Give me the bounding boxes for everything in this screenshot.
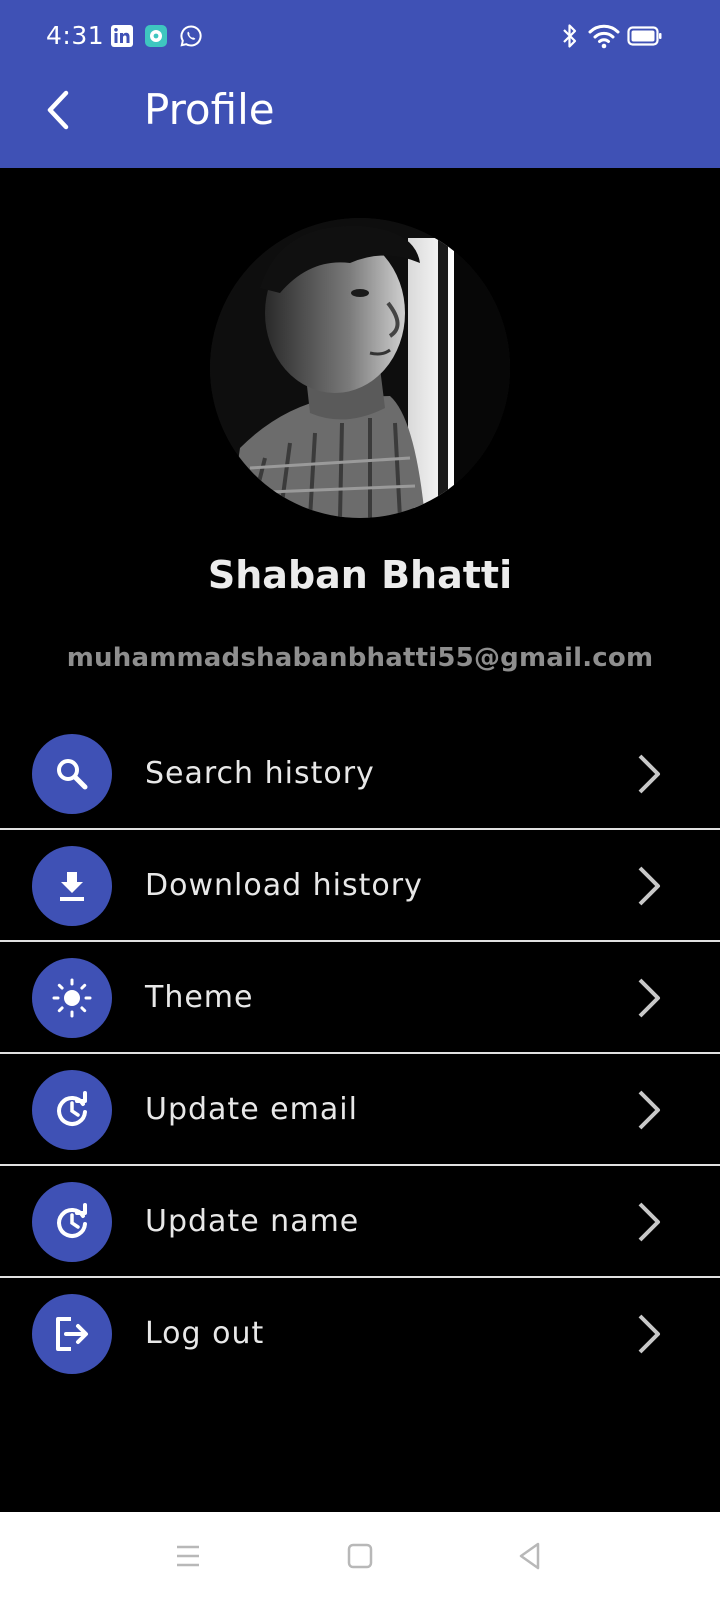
chevron-right-icon xyxy=(628,1200,672,1244)
whatsapp-icon xyxy=(179,24,203,48)
menu-item-log-out[interactable]: Log out xyxy=(0,1278,720,1390)
menu-item-label: Update name xyxy=(145,1204,360,1239)
menu-icon[interactable] xyxy=(164,1532,212,1580)
update-icon xyxy=(32,1182,112,1262)
wifi-icon xyxy=(588,22,620,55)
profile-menu: Search history Download history Theme Up… xyxy=(0,718,720,1390)
profile-photo xyxy=(210,218,510,518)
logout-icon xyxy=(32,1294,112,1374)
user-name: Shaban Bhatti xyxy=(207,553,513,597)
status-time: 4:31 xyxy=(46,21,105,50)
page-title: Profile xyxy=(144,85,275,134)
system-nav-bar xyxy=(0,1512,720,1600)
menu-item-label: Theme xyxy=(145,980,254,1015)
linkedin-icon xyxy=(110,24,134,48)
chevron-right-icon xyxy=(628,976,672,1020)
arrow-back-icon xyxy=(42,90,74,135)
bluetooth-icon xyxy=(560,22,580,55)
app-bar: 4:31 Profile xyxy=(0,0,720,168)
chevron-right-icon xyxy=(628,752,672,796)
update-icon xyxy=(32,1070,112,1150)
user-email: muhammadshabanbhatti55@gmail.com xyxy=(66,643,654,673)
home-icon[interactable] xyxy=(336,1532,384,1580)
menu-item-theme[interactable]: Theme xyxy=(0,942,720,1054)
menu-item-label: Download history xyxy=(145,868,423,903)
back-icon[interactable] xyxy=(506,1532,554,1580)
chevron-right-icon xyxy=(628,1088,672,1132)
menu-item-label: Search history xyxy=(145,756,375,791)
profile-screen: 4:31 Profile Shaban Bhatti muhammadshaba… xyxy=(0,0,720,1600)
battery-icon xyxy=(627,22,663,55)
menu-item-update-email[interactable]: Update email xyxy=(0,1054,720,1166)
chevron-right-icon xyxy=(628,864,672,908)
menu-item-search-history[interactable]: Search history xyxy=(0,718,720,830)
avatar xyxy=(210,218,510,518)
app-notification-icon xyxy=(144,24,168,48)
chevron-right-icon xyxy=(628,1312,672,1356)
back-button[interactable] xyxy=(30,84,86,140)
menu-item-label: Update email xyxy=(145,1092,358,1127)
menu-item-download-history[interactable]: Download history xyxy=(0,830,720,942)
menu-item-label: Log out xyxy=(145,1316,265,1351)
download-icon xyxy=(32,846,112,926)
menu-item-update-name[interactable]: Update name xyxy=(0,1166,720,1278)
search-icon xyxy=(32,734,112,814)
brightness-icon xyxy=(32,958,112,1038)
